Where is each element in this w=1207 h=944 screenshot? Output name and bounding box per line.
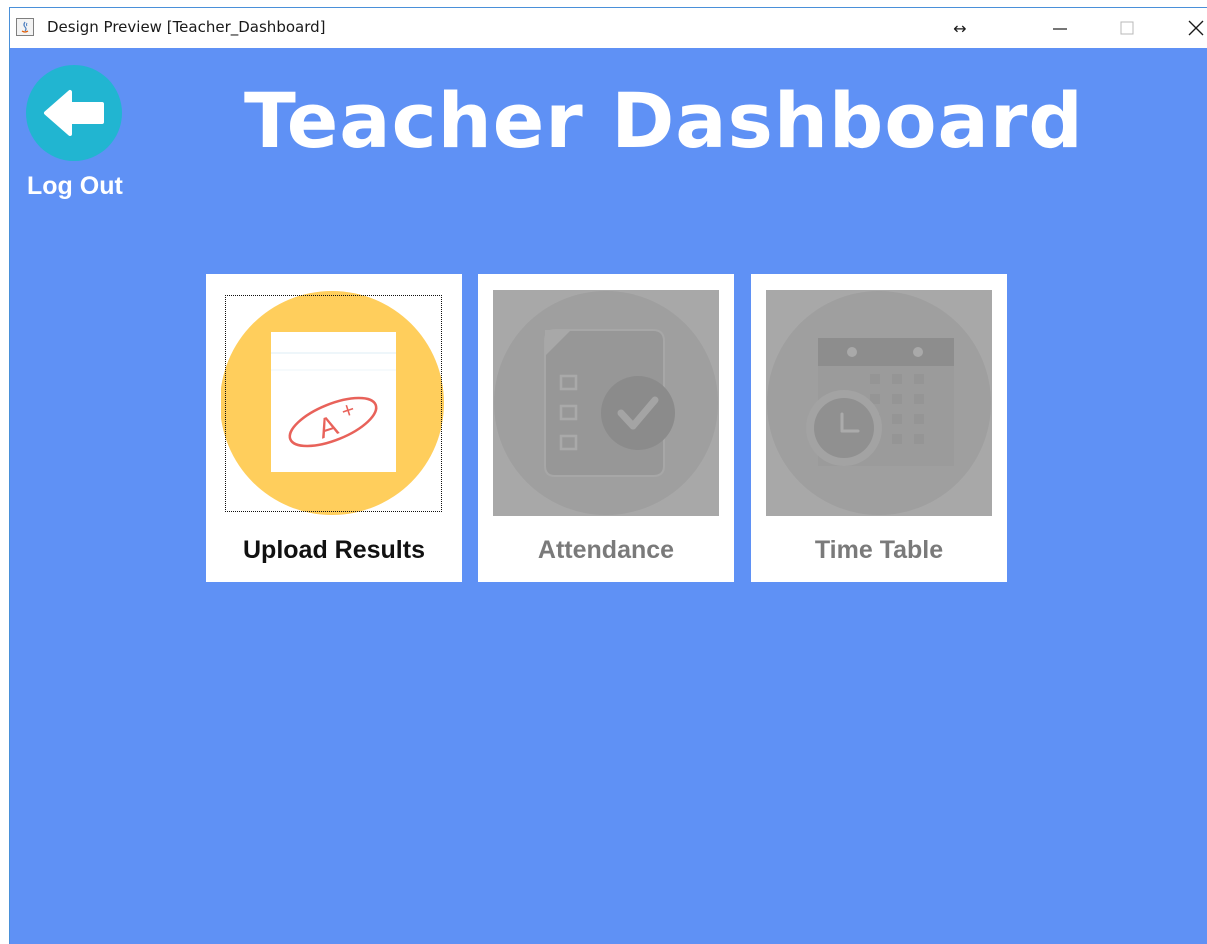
attendance-label: Attendance xyxy=(537,536,675,564)
close-icon xyxy=(1188,20,1204,36)
minimize-icon xyxy=(1053,28,1067,30)
minimize-button[interactable] xyxy=(1040,14,1080,42)
upload-results-label: Upload Results xyxy=(243,536,425,564)
time-table-card[interactable]: Time Table xyxy=(751,274,1007,582)
resize-glyph: ↔ xyxy=(953,18,967,38)
maximize-button[interactable] xyxy=(1107,14,1147,42)
maximize-icon xyxy=(1120,21,1134,35)
page-title: Teacher Dashboard xyxy=(244,76,1084,165)
time-table-label: Time Table xyxy=(814,536,944,564)
resize-arrows-icon[interactable]: ↔ xyxy=(940,14,980,42)
application-window: Design Preview [Teacher_Dashboard] ↔ Log… xyxy=(9,7,1207,944)
grade-paper-icon: A + xyxy=(221,291,444,515)
arrow-left-icon xyxy=(44,90,104,136)
logout-label[interactable]: Log Out xyxy=(27,172,123,201)
window-title: Design Preview [Teacher_Dashboard] xyxy=(47,18,326,36)
close-button[interactable] xyxy=(1176,14,1207,42)
calendar-clock-icon xyxy=(766,290,992,516)
title-bar: Design Preview [Teacher_Dashboard] ↔ xyxy=(10,8,1207,48)
logout-button[interactable] xyxy=(26,65,122,161)
attendance-card[interactable]: Attendance xyxy=(478,274,734,582)
java-app-icon xyxy=(16,18,34,36)
dashboard-panel: Log Out Teacher Dashboard A + Upload Res… xyxy=(10,48,1207,944)
clipboard-check-icon xyxy=(493,290,719,516)
upload-results-card[interactable]: A + Upload Results xyxy=(206,274,462,582)
